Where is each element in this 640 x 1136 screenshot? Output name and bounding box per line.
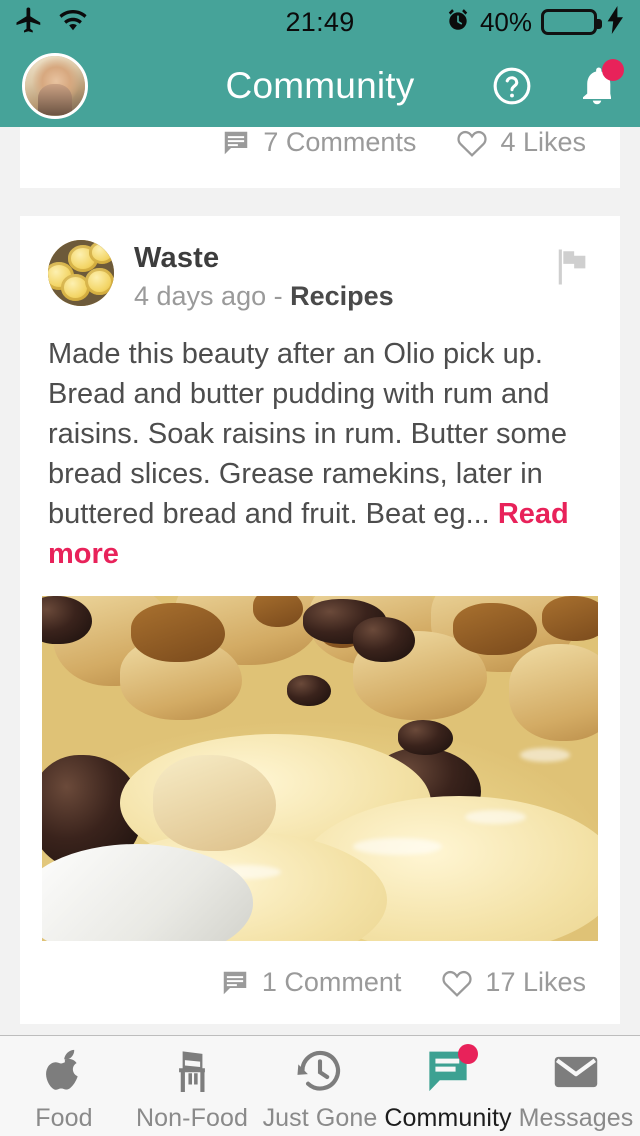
tab-label: Messages [518,1104,634,1132]
notification-badge [602,58,624,81]
tab-messages[interactable]: Messages [512,1036,640,1133]
post-meta-separator: - [273,281,283,311]
post-photo[interactable] [42,596,598,941]
post-category[interactable]: Recipes [290,281,394,311]
avatar-photo [25,55,85,116]
alarm-clock-icon [445,7,471,38]
tab-non-food[interactable]: Non-Food [128,1036,256,1133]
comments-count: 1 Comment [261,967,402,997]
tab-label: Food [35,1104,93,1132]
navigation-actions [490,58,624,109]
comments-button[interactable]: 1 Comment [220,967,402,998]
chair-icon [167,1046,217,1098]
avatar[interactable] [22,52,88,119]
feed-divider [0,188,640,216]
post-header: Waste 4 days ago - Recipes [20,216,620,312]
feed-post[interactable]: Waste 4 days ago - Recipes Made this bea… [20,216,620,1024]
navigation-bar: Community [0,44,640,127]
status-bar: 21:49 40% [0,0,640,44]
feed-post-previous[interactable]: 7 Comments 4 Likes [20,127,620,188]
likes-button[interactable]: 17 Likes [441,967,586,998]
tab-just-gone[interactable]: Just Gone [256,1036,384,1133]
tab-label: Just Gone [262,1104,378,1132]
help-circle-icon[interactable] [490,64,534,108]
tab-label: Community [384,1104,512,1132]
tab-community[interactable]: Community [384,1036,512,1133]
history-clock-icon [294,1046,346,1098]
post-author-avatar[interactable] [48,240,114,306]
app-screen: 21:49 40% Community 7 Comments 4 Likes W… [0,0,640,1136]
bottom-tab-bar: Food Non-Food Just Gone Community Messag… [0,1035,640,1136]
tab-food[interactable]: Food [0,1036,128,1133]
post-body: Made this beauty after an Olio pick up. … [20,312,620,574]
comments-count: 7 Comments [263,127,417,157]
likes-count: 4 Likes [500,127,586,157]
envelope-icon [549,1046,603,1098]
pudding-illustration [42,596,598,941]
post-author-info: Waste 4 days ago - Recipes [134,240,394,312]
post-time: 4 days ago [134,281,267,311]
post-meta: 4 days ago - Recipes [134,281,394,312]
tab-label: Non-Food [136,1104,248,1132]
feed-divider [0,1024,640,1035]
lemon-icon [88,241,114,264]
post-actions: 1 Comment 17 Likes [20,941,620,1024]
status-bar-right: 40% [445,5,626,39]
bell-icon[interactable] [576,58,624,109]
flag-icon[interactable] [550,246,592,293]
tab-badge [458,1044,478,1064]
post-actions-row: 1 Comment 17 Likes [48,967,592,998]
likes-button[interactable]: 4 Likes [456,127,586,158]
post-author-name: Waste [134,242,220,274]
likes-count: 17 Likes [485,967,586,997]
post-text: Made this beauty after an Olio pick up. … [48,338,567,530]
battery-icon [541,9,602,35]
comments-button[interactable]: 7 Comments [221,127,416,158]
apple-icon [38,1046,90,1098]
speech-bubble-icon [422,1044,478,1098]
lightning-bolt-icon [606,5,626,39]
feed-scroll-area[interactable]: 7 Comments 4 Likes Waste 4 days ago - Re… [0,127,640,1035]
post-actions-row: 7 Comments 4 Likes [48,127,592,158]
battery-percentage: 40% [479,6,532,37]
